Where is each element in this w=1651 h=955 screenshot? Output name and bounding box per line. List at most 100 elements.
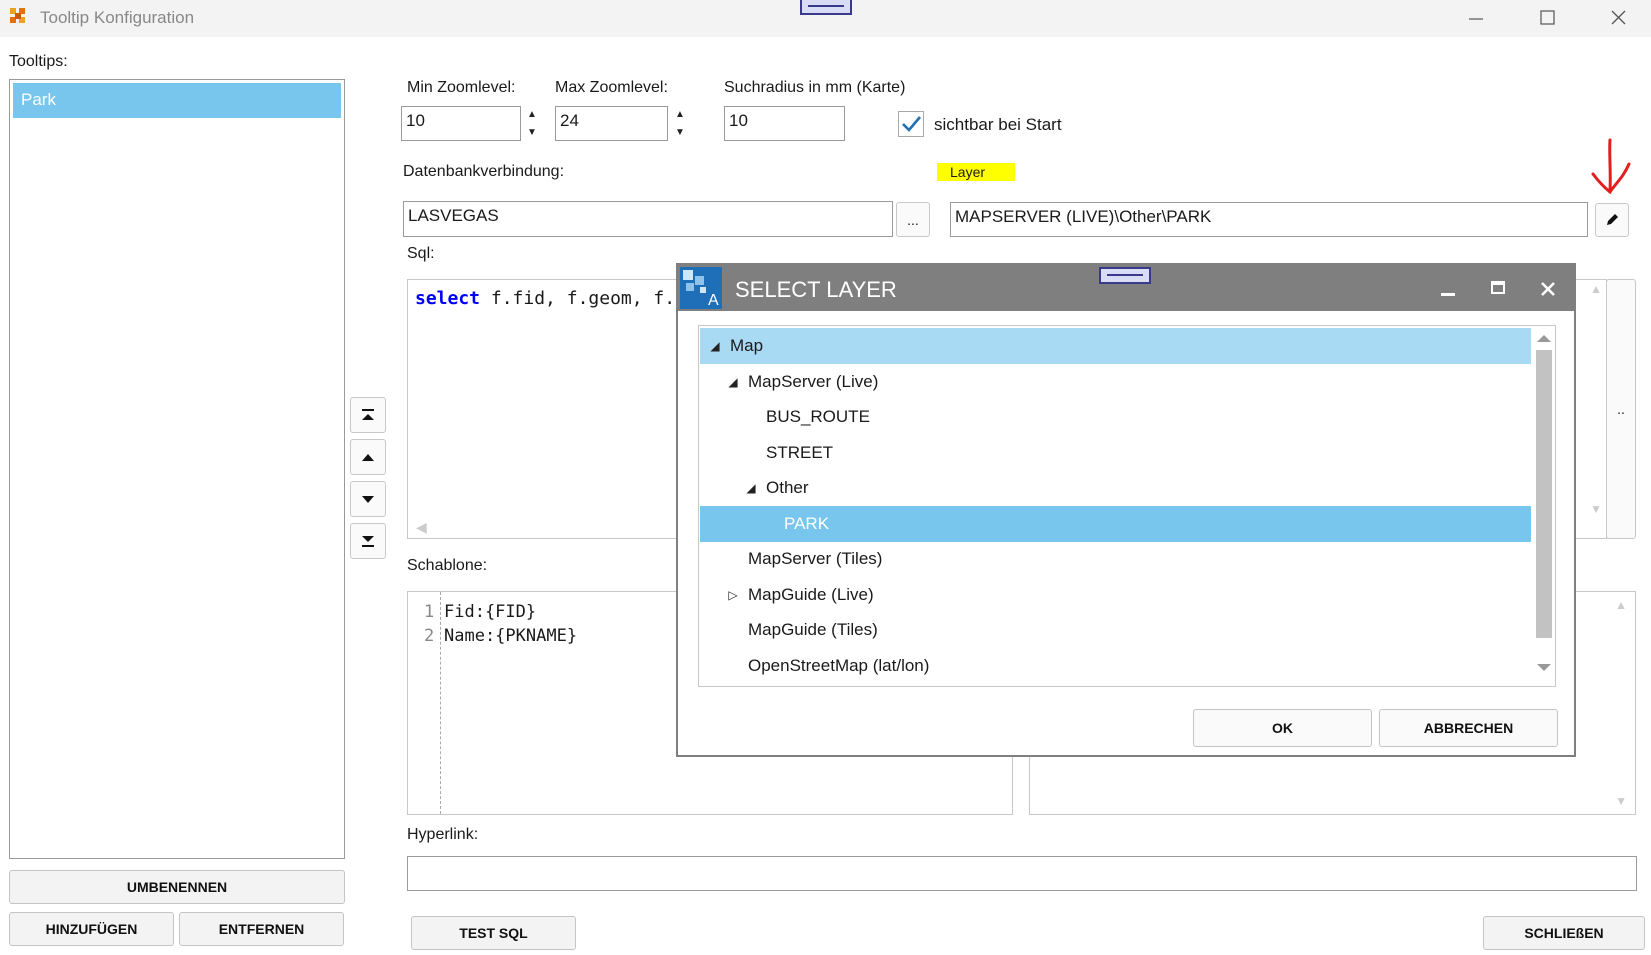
move-down-button[interactable] xyxy=(350,481,386,517)
close-button[interactable]: SCHLIEßEN xyxy=(1483,916,1645,950)
scroll-down-icon[interactable] xyxy=(1536,660,1552,678)
add-button[interactable]: HINZUFÜGEN xyxy=(9,912,174,946)
template-line: Fid:{FID} xyxy=(444,602,537,622)
max-zoom-label: Max Zoomlevel: xyxy=(555,79,668,96)
test-sql-button[interactable]: TEST SQL xyxy=(411,916,576,950)
tree-item[interactable]: ▷ MapGuide (Live) xyxy=(700,577,1531,613)
tree-item[interactable]: OpenStreetMap (lat/lon) xyxy=(700,648,1531,684)
radius-label: Suchradius in mm (Karte) xyxy=(724,79,906,96)
line-number: 2 xyxy=(424,626,435,646)
scroll-down-icon[interactable]: ▼ xyxy=(1615,794,1627,808)
min-zoom-label: Min Zoomlevel: xyxy=(407,79,516,96)
tree-item-label: STREET xyxy=(766,443,834,462)
list-item-label: Park xyxy=(21,90,56,109)
scroll-down-icon[interactable]: ▼ xyxy=(1590,502,1602,516)
dialog-close-icon[interactable] xyxy=(1538,279,1558,299)
drag-handle[interactable] xyxy=(800,0,852,15)
step-down-icon[interactable]: ▼ xyxy=(673,126,687,140)
tree-item[interactable]: ◢ Map xyxy=(700,328,1531,364)
annotation-arrow xyxy=(1585,136,1635,198)
tree-item-label: MapGuide (Live) xyxy=(748,585,874,604)
step-up-icon[interactable]: ▲ xyxy=(673,108,687,122)
window-title: Tooltip Konfiguration xyxy=(40,8,195,27)
dialog-title-bar: A SELECT LAYER xyxy=(678,265,1574,311)
hyperlink-input[interactable] xyxy=(407,856,1637,891)
tree-item-label: MapServer (Tiles) xyxy=(748,549,883,568)
dialog-app-icon: A xyxy=(680,267,722,309)
scroll-up-icon[interactable]: ▲ xyxy=(1615,598,1627,612)
max-zoom-stepper[interactable]: ▲ ▼ xyxy=(673,108,687,140)
maximize-icon[interactable] xyxy=(1536,8,1558,28)
sql-text: f.fid, f.geom, f. xyxy=(480,288,676,309)
max-zoom-input[interactable]: 24 xyxy=(555,106,668,141)
arrow-down-icon xyxy=(362,496,374,503)
template-label: Schablone: xyxy=(407,557,488,574)
tree-item-label: OpenStreetMap (lat/lon) xyxy=(748,656,930,675)
dialog-title: SELECT LAYER xyxy=(735,277,897,302)
ok-button[interactable]: OK xyxy=(1193,709,1372,747)
collapse-icon[interactable]: ◢ xyxy=(726,375,740,389)
scroll-up-icon[interactable] xyxy=(1536,330,1552,348)
tree-item[interactable]: STREET xyxy=(700,435,1531,471)
visible-checkbox[interactable] xyxy=(898,111,924,137)
hyperlink-label: Hyperlink: xyxy=(407,826,479,843)
move-bottom-button[interactable] xyxy=(350,523,386,559)
close-icon[interactable] xyxy=(1607,8,1629,28)
radius-input[interactable]: 10 xyxy=(724,106,845,141)
arrow-up-icon xyxy=(362,454,374,461)
sql-label: Sql: xyxy=(407,245,435,262)
tree-scrollbar[interactable] xyxy=(1533,326,1555,686)
tooltips-label: Tooltips: xyxy=(9,53,68,70)
dialog-maximize-icon[interactable] xyxy=(1488,279,1508,299)
collapse-icon[interactable]: ◢ xyxy=(744,481,758,495)
db-label: Datenbankverbindung: xyxy=(403,163,565,180)
side-button[interactable]: .. xyxy=(1606,279,1636,539)
select-layer-dialog: A SELECT LAYER ◢ Map ◢ MapServer (Live) xyxy=(676,263,1576,757)
pencil-icon xyxy=(1607,214,1618,225)
db-input[interactable]: LASVEGAS xyxy=(403,201,893,237)
tree-item-label: PARK xyxy=(784,514,830,533)
tree-item[interactable]: ◢ MapServer (Live) xyxy=(700,364,1531,400)
scroll-up-icon[interactable]: ▲ xyxy=(1590,282,1602,296)
svg-text:A: A xyxy=(708,292,719,309)
db-browse-button[interactable]: ... xyxy=(896,202,930,237)
tree-item[interactable]: BUS_ROUTE xyxy=(700,399,1531,435)
app-icon xyxy=(10,8,26,24)
rename-button[interactable]: UMBENENNEN xyxy=(9,870,345,904)
min-zoom-stepper[interactable]: ▲ ▼ xyxy=(525,108,539,140)
dialog-drag-handle[interactable] xyxy=(1099,267,1151,284)
tree-item-label: Other xyxy=(766,478,809,497)
layer-label: Layer xyxy=(937,163,1015,181)
scroll-thumb[interactable] xyxy=(1536,350,1552,638)
list-item[interactable]: Park xyxy=(13,83,341,118)
tree-item-label: Map xyxy=(730,336,764,355)
tooltips-list[interactable]: Park xyxy=(9,79,345,859)
tree-item[interactable]: PARK xyxy=(700,506,1531,542)
template-line: Name:{PKNAME} xyxy=(444,626,578,646)
step-up-icon[interactable]: ▲ xyxy=(525,108,539,122)
layer-edit-button[interactable] xyxy=(1595,203,1629,237)
dialog-minimize-icon[interactable] xyxy=(1438,279,1458,299)
remove-button[interactable]: ENTFERNEN xyxy=(179,912,344,946)
tree-item-label: MapServer (Live) xyxy=(748,372,879,391)
sql-keyword: select xyxy=(415,288,481,309)
collapse-icon[interactable]: ◢ xyxy=(708,339,722,353)
line-number: 1 xyxy=(424,602,435,622)
move-up-button[interactable] xyxy=(350,439,386,475)
move-top-button[interactable] xyxy=(350,397,386,433)
tree-item[interactable]: MapGuide (Tiles) xyxy=(700,612,1531,648)
cancel-button[interactable]: ABBRECHEN xyxy=(1379,709,1558,747)
min-zoom-input[interactable]: 10 xyxy=(401,106,521,141)
move-bottom-icon xyxy=(362,536,374,547)
scroll-left-icon[interactable]: ◀ xyxy=(416,519,427,536)
move-top-icon xyxy=(362,409,374,420)
expand-icon[interactable]: ▷ xyxy=(726,588,740,602)
layer-input[interactable]: MAPSERVER (LIVE)\Other\PARK xyxy=(950,202,1588,237)
layer-tree[interactable]: ◢ Map ◢ MapServer (Live) BUS_ROUTE STREE… xyxy=(698,325,1556,687)
visible-label: sichtbar bei Start xyxy=(934,115,1062,134)
tree-item[interactable]: MapServer (Tiles) xyxy=(700,541,1531,577)
tree-item[interactable]: ◢ Other xyxy=(700,470,1531,506)
step-down-icon[interactable]: ▼ xyxy=(525,126,539,140)
checkmark-icon xyxy=(902,116,921,132)
minimize-icon[interactable] xyxy=(1465,9,1487,29)
